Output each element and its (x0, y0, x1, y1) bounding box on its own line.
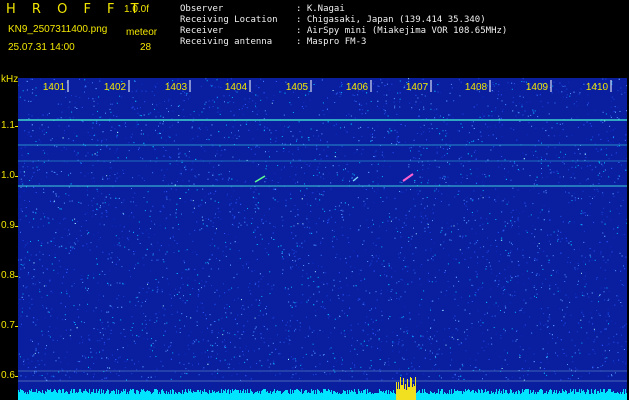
meteor-label: meteor (126, 27, 158, 38)
date-time: 25.07.31 14:00 (8, 42, 75, 53)
x-tick-label: 1405 (286, 82, 309, 93)
y-tick-label: 1.1 (1, 120, 15, 131)
info-label-location: Receiving Location (180, 15, 278, 25)
y-tick-label: 0.8 (1, 270, 15, 281)
spectrogram-background (18, 78, 627, 400)
y-unit-label: kHz (1, 74, 19, 85)
x-tick-label: 1410 (586, 82, 609, 93)
x-tick-label: 1407 (406, 82, 429, 93)
x-tick-label: 1401 (43, 82, 66, 93)
y-tick-label: 0.6 (1, 370, 15, 381)
app-version: 1.0.0f (124, 4, 150, 15)
info-label-observer: Observer (180, 4, 224, 14)
x-tick-label: 1402 (104, 82, 127, 93)
spectrogram-plot: 1401 1402 1403 1404 1405 1406 1407 1408 1409 1410 (18, 78, 627, 400)
x-tick-label: 1406 (346, 82, 369, 93)
x-tick-label: 1404 (225, 82, 248, 93)
y-tick-label: 1.0 (1, 170, 15, 181)
x-tick-label: 1408 (465, 82, 488, 93)
info-value-observer: : K.Nagai (296, 4, 345, 14)
y-tick-label: 0.9 (1, 220, 15, 231)
info-value-antenna: : Maspro FM-3 (296, 37, 367, 47)
header-panel: H R O F F T 1.0.0f KN9_2507311400.png me… (0, 0, 629, 76)
x-tick-label: 1409 (526, 82, 549, 93)
info-label-antenna: Receiving antenna (180, 37, 273, 47)
info-label-receiver: Receiver (180, 26, 224, 36)
meteor-count: 28 (140, 42, 152, 53)
spectrogram-svg: 1401 1402 1403 1404 1405 1406 1407 1408 1409 1410 (18, 78, 627, 400)
file-name: KN9_2507311400.png (8, 24, 108, 35)
info-value-location: : Chigasaki, Japan (139.414 35.340) (296, 15, 486, 25)
info-value-receiver: : AirSpy mini (Miakejima VOR 108.65MHz) (296, 26, 508, 36)
y-tick-label: 0.7 (1, 320, 15, 331)
x-tick-label: 1403 (165, 82, 188, 93)
